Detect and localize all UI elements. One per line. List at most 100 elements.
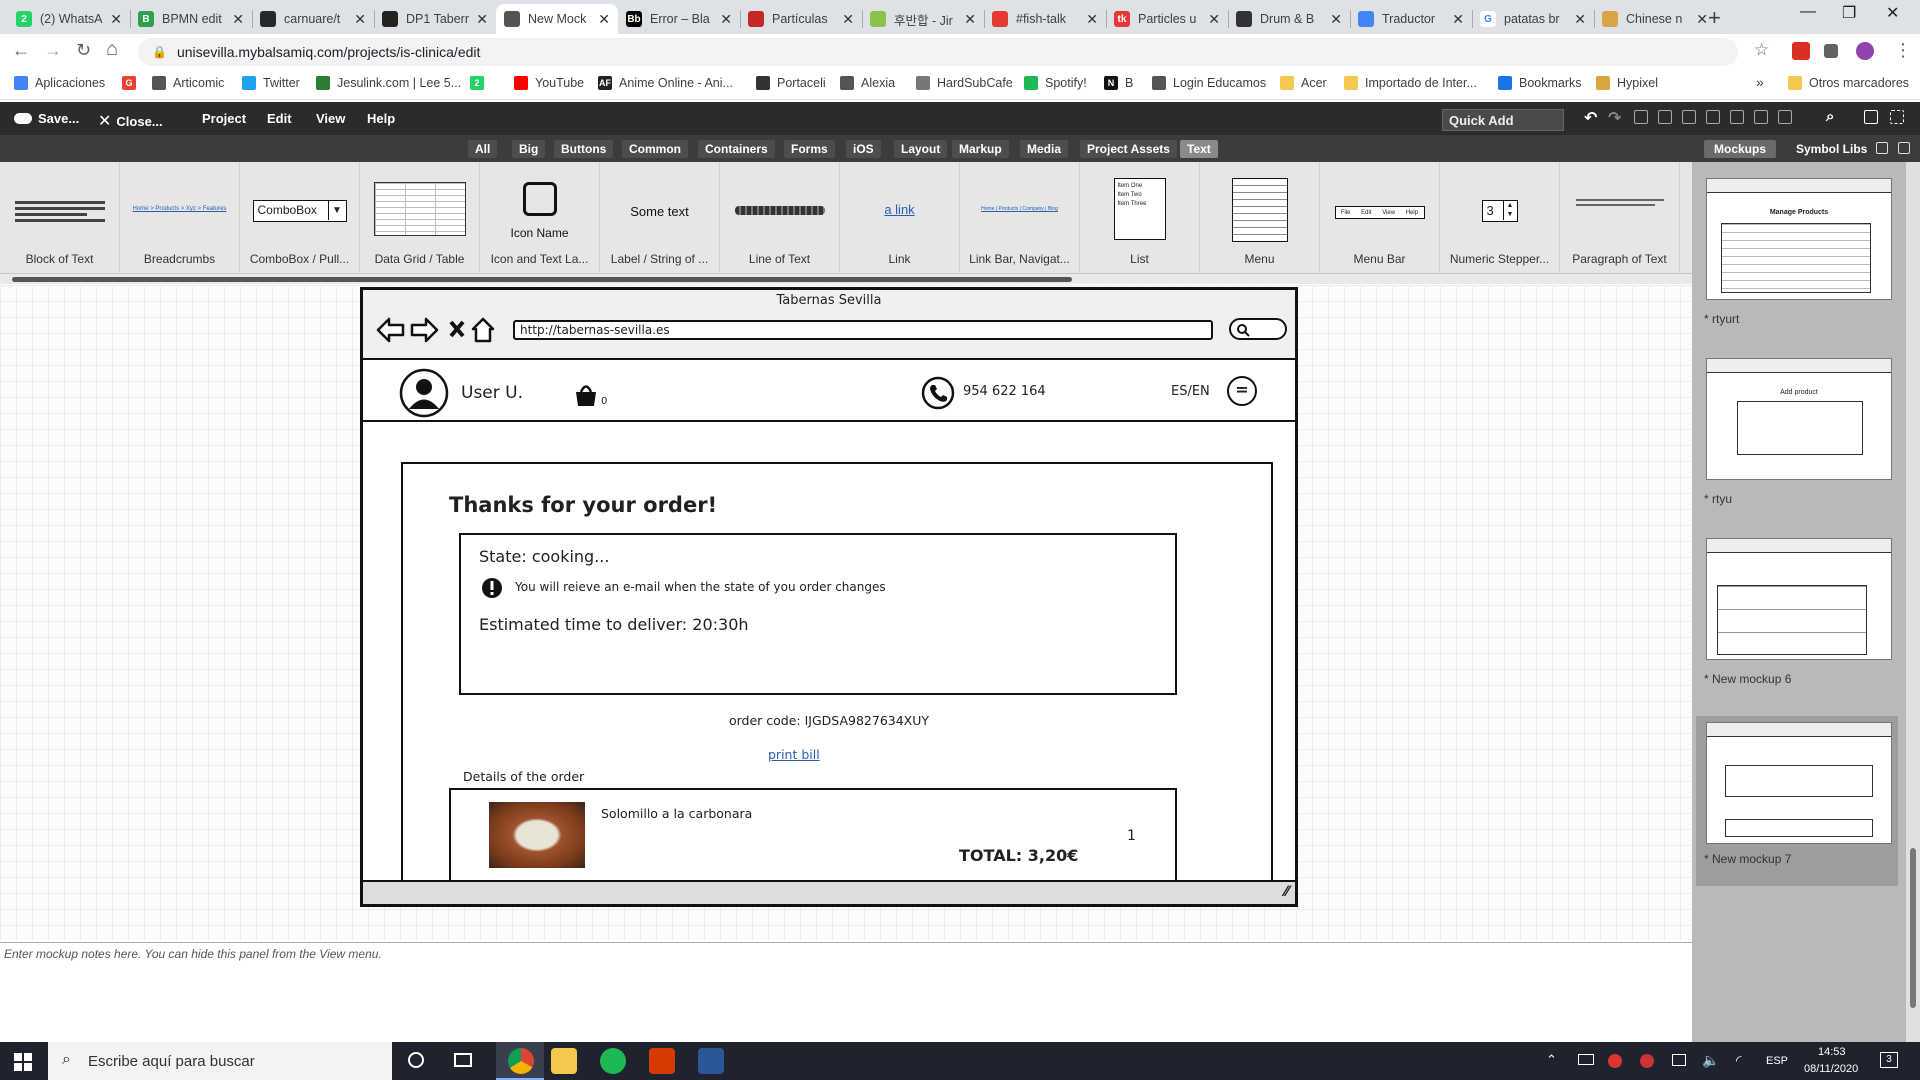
library-item-menu[interactable]: Menu	[1200, 162, 1320, 272]
copy-icon[interactable]	[1682, 110, 1696, 124]
bookmark-item[interactable]: Jesulink.com | Lee 5...	[316, 76, 461, 90]
bookmark-item[interactable]: AF Anime Online - Ani...	[598, 76, 733, 90]
tab-close-icon[interactable]: ✕	[110, 11, 122, 28]
tab-close-icon[interactable]: ✕	[598, 11, 610, 28]
library-item-block-of-text[interactable]: Block of Text	[0, 162, 120, 272]
chrome-icon[interactable]	[508, 1048, 534, 1074]
library-scrollbar-thumb[interactable]	[12, 277, 1072, 282]
view-mode-icon[interactable]	[1864, 110, 1878, 124]
address-bar[interactable]: 🔒 unisevilla.mybalsamiq.com/projects/is-…	[138, 38, 1738, 66]
maximize-button[interactable]: ❐	[1842, 3, 1856, 23]
tab-close-icon[interactable]: ✕	[476, 11, 488, 28]
category-button[interactable]: Buttons	[554, 140, 614, 158]
library-item-icon-and-text[interactable]: Icon Name Icon and Text La...	[480, 162, 600, 272]
bookmark-item[interactable]: Bookmarks	[1498, 76, 1582, 90]
category-button[interactable]: Containers	[698, 140, 775, 158]
home-button[interactable]: ⌂	[106, 38, 118, 61]
group-icon[interactable]	[1730, 110, 1744, 124]
mockup-thumbnail-new-mockup-6[interactable]	[1706, 538, 1892, 660]
extension-icon[interactable]	[1792, 42, 1810, 60]
window-close-button[interactable]: ✕	[1886, 3, 1899, 23]
display-icon[interactable]	[1672, 1054, 1686, 1066]
category-button[interactable]: Common	[622, 140, 688, 158]
library-item-label-string[interactable]: Some text Label / String of ...	[600, 162, 720, 272]
mockups-panel-scrollbar[interactable]	[1906, 162, 1920, 1042]
mockup-label[interactable]: * rtyu	[1704, 492, 1732, 506]
paste-icon[interactable]	[1706, 110, 1720, 124]
cut-icon[interactable]	[1658, 110, 1672, 124]
language-switch[interactable]: ES/EN	[1171, 384, 1210, 399]
fullscreen-icon[interactable]	[1890, 110, 1904, 124]
bookmark-item[interactable]: Importado de Inter...	[1344, 76, 1477, 90]
save-button[interactable]: Save...	[14, 111, 79, 126]
menu-help[interactable]: Help	[367, 111, 395, 126]
category-button[interactable]: Media	[1020, 140, 1069, 158]
cortana-icon[interactable]	[408, 1052, 424, 1068]
tab-close-icon[interactable]: ✕	[1574, 11, 1586, 28]
browser-tab[interactable]: New Mock ✕	[496, 4, 618, 34]
search-icon[interactable]: ⌕	[1826, 108, 1834, 125]
bookmark-item[interactable]: Portaceli	[756, 76, 826, 90]
tab-close-icon[interactable]: ✕	[1330, 11, 1342, 28]
menu-edit[interactable]: Edit	[267, 111, 292, 126]
list-view-icon[interactable]	[1898, 142, 1910, 154]
clock-date[interactable]: 08/11/2020	[1804, 1063, 1858, 1075]
shopping-cart-icon[interactable]	[573, 380, 603, 410]
tab-close-icon[interactable]: ✕	[232, 11, 244, 28]
browser-tab[interactable]: Traductor ✕	[1350, 4, 1472, 34]
category-button[interactable]: All	[468, 140, 498, 158]
library-item-numeric-stepper[interactable]: 3 ▲ ▼ Numeric Stepper...	[1440, 162, 1560, 272]
antivirus-icon[interactable]	[1608, 1054, 1622, 1068]
browser-tab[interactable]: B BPMN edit ✕	[130, 4, 252, 34]
mockup-label[interactable]: * New mockup 7	[1704, 852, 1791, 866]
tab-close-icon[interactable]: ✕	[354, 11, 366, 28]
bookmark-item[interactable]: Spotify!	[1024, 76, 1087, 90]
library-item-menu-bar[interactable]: File Edit View Help Menu Bar	[1320, 162, 1440, 272]
chrome-menu-icon[interactable]: ⋮	[1894, 40, 1912, 61]
align-icon[interactable]	[1754, 110, 1768, 124]
library-item-list[interactable]: Item One Item Two Item Three List	[1080, 162, 1200, 272]
profile-avatar[interactable]	[1856, 42, 1874, 60]
tab-close-icon[interactable]: ✕	[964, 11, 976, 28]
browser-tab[interactable]: Gpatatas br ✕	[1472, 4, 1594, 34]
language-indicator[interactable]: ESP	[1766, 1055, 1788, 1067]
tab-symbol-libs[interactable]: Symbol Libs	[1786, 140, 1877, 158]
mockup-url-field[interactable]: http://tabernas-sevilla.es	[513, 320, 1213, 340]
mockup-label[interactable]: * rtyurt	[1704, 312, 1739, 326]
browser-tab[interactable]: #fish-talk ✕	[984, 4, 1106, 34]
category-button[interactable]: Forms	[784, 140, 835, 158]
menu-view[interactable]: View	[316, 111, 345, 126]
bookmark-item[interactable]: NB	[1104, 76, 1133, 90]
notifications-button[interactable]: 3	[1880, 1052, 1898, 1068]
redo-icon[interactable]: ↷	[1608, 108, 1621, 128]
library-scrollbar[interactable]	[0, 274, 1692, 284]
category-button[interactable]: Layout	[894, 140, 948, 158]
update-icon[interactable]	[1640, 1054, 1654, 1068]
wifi-icon[interactable]: ◜	[1736, 1052, 1741, 1069]
new-tab-button[interactable]: +	[1708, 5, 1721, 31]
mockup-search-field[interactable]	[1229, 318, 1287, 340]
bookmark-item[interactable]: G	[122, 76, 143, 90]
browser-tab[interactable]: 후반합 - Jir ✕	[862, 4, 984, 34]
forward-button[interactable]: →	[44, 40, 62, 61]
category-button[interactable]: Markup	[952, 140, 1009, 158]
library-item-link[interactable]: a link Link	[840, 162, 960, 272]
volume-icon[interactable]: 🔈	[1702, 1052, 1719, 1069]
category-button[interactable]: Big	[512, 140, 546, 158]
print-bill-link[interactable]: print bill	[768, 747, 820, 762]
bookmark-item[interactable]: Alexia	[840, 76, 895, 90]
library-item-breadcrumbs[interactable]: Home > Products > Xyz > Features Breadcr…	[120, 162, 240, 272]
bookmark-item[interactable]: Login Educamos	[1152, 76, 1266, 90]
word-icon[interactable]	[698, 1048, 724, 1074]
user-avatar-icon[interactable]	[399, 368, 449, 418]
windows-start-icon[interactable]	[14, 1053, 32, 1071]
category-button[interactable]: iOS	[846, 140, 881, 158]
extensions-puzzle-icon[interactable]	[1824, 44, 1838, 58]
other-bookmarks-folder[interactable]: Otros marcadores	[1788, 76, 1909, 90]
menu-project[interactable]: Project	[202, 111, 246, 126]
task-view-icon[interactable]	[454, 1053, 472, 1067]
bookmark-item[interactable]: Twitter	[242, 76, 300, 90]
tab-close-icon[interactable]: ✕	[1452, 11, 1464, 28]
browser-tab[interactable]: DP1 Taberr ✕	[374, 4, 496, 34]
user-name[interactable]: User U.	[461, 383, 523, 403]
